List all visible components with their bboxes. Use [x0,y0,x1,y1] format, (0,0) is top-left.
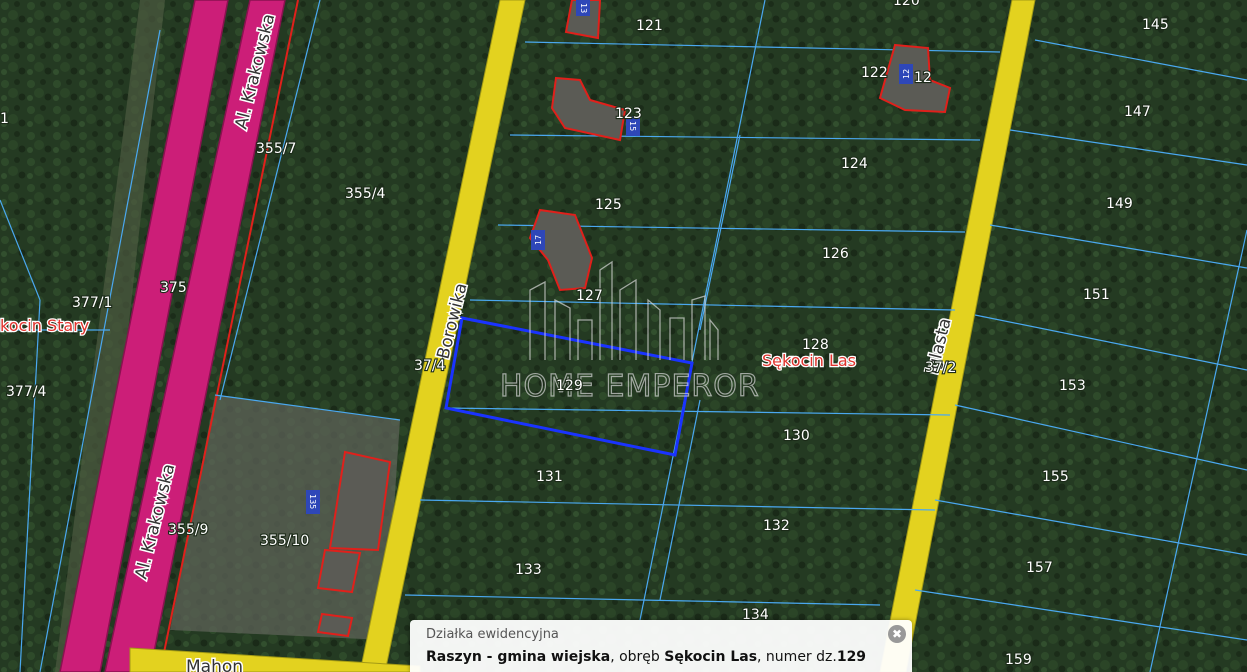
building-number: 12 [902,69,911,79]
popup-body: Raszyn - gmina wiejska, obręb Sękocin La… [426,646,896,668]
popup-numer: 129 [836,649,867,665]
popup-sep-numer: , numer dz. [757,649,837,665]
parcel-label: 37/4 [414,358,446,374]
parcel-label: 157 [1026,560,1053,576]
parcel-label: 132 [763,518,790,534]
place-label-sekocin-las: Sękocin Las [762,351,856,370]
parcel-label: 155 [1042,469,1069,485]
parcel-info-popup: Działka ewidencyjna Raszyn - gmina wiejs… [410,620,912,672]
parcel-label: 147 [1124,104,1151,120]
parcel-label: 133 [515,562,542,578]
parcel-label: 375 [160,280,187,296]
parcel-label: 126 [822,246,849,262]
parcel-label: 355/4 [345,186,385,202]
parcel-label: 37/2 [925,360,956,376]
map-canvas[interactable]: 13 12 15 17 135 HOME EMPEROR Al. Krakows… [0,0,1247,672]
popup-sep-obreb: , obręb [610,649,665,665]
parcel-label: 1 [0,111,9,127]
place-label-sekocin-stary: kocin Stary [0,316,89,335]
parcel-label: 355/9 [168,522,208,538]
building-number: 13 [579,3,588,13]
parcel-label: 355/10 [260,533,309,549]
parcel-label: 124 [841,156,868,172]
parcel-label: 355/7 [256,141,296,157]
parcel-label: 122 [861,65,888,81]
watermark-text: HOME EMPEROR [500,369,760,404]
street-label-mahon: Mahon [186,657,243,672]
parcel-label: 128 [802,337,829,353]
parcel-label: 130 [783,428,810,444]
popup-title: Działka ewidencyjna [426,627,559,642]
close-icon[interactable]: ✖ [888,625,906,643]
parcel-label: 121 [636,18,663,34]
parcel-label: 12 [914,70,932,86]
building-number: 15 [628,121,637,131]
building-service-2[interactable] [316,548,362,594]
parcel-label: 123 [615,106,642,122]
building-number: 135 [308,494,317,509]
parcel-label: 120 [893,0,920,9]
popup-obreb: Sękocin Las [664,649,758,665]
parcel-label: 159 [1005,652,1032,668]
parcel-label: 149 [1106,196,1133,212]
parcel-label: 153 [1059,378,1086,394]
parcel-label: 125 [595,197,622,213]
parcel-label: 131 [536,469,563,485]
parcel-label: 127 [576,288,603,304]
parcel-label: 377/1 [72,295,112,311]
building-number: 17 [534,235,543,245]
popup-gmina: Raszyn - gmina wiejska [426,649,611,665]
parcel-label: 151 [1083,287,1110,303]
parcel-label: 377/4 [6,384,46,400]
parcel-label: 145 [1142,17,1169,33]
parcel-label: 129 [556,378,583,394]
building-service-3[interactable] [316,612,354,638]
